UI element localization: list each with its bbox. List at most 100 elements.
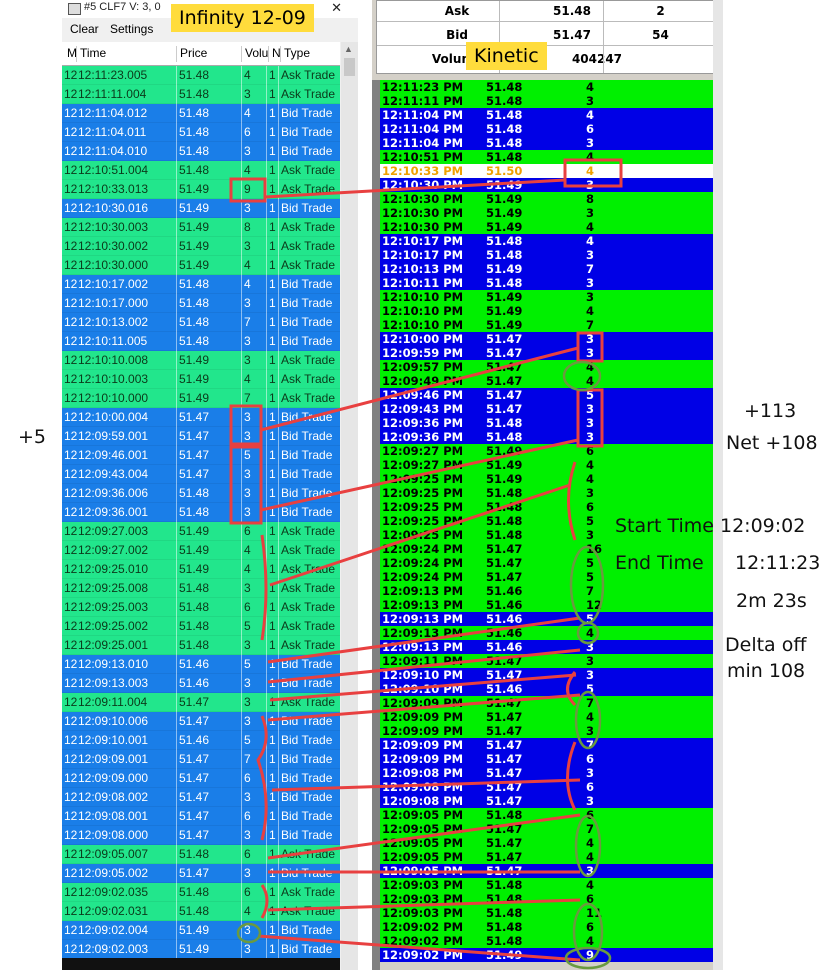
table-row[interactable]: 12 12:10:00.004 51.47 3 1 Bid Trade xyxy=(62,408,340,427)
tape-row[interactable]: 12:09:09 PM 51.47 7 xyxy=(380,696,713,710)
col-header-type[interactable]: Type xyxy=(280,46,310,62)
settings-menu-item[interactable]: Settings xyxy=(110,22,153,36)
table-row[interactable]: 12 12:09:43.004 51.47 3 1 Bid Trade xyxy=(62,465,340,484)
tape-row[interactable]: 12:10:11 PM 51.48 3 xyxy=(380,276,713,290)
table-row[interactable]: 12 12:10:13.002 51.48 7 1 Bid Trade xyxy=(62,313,340,332)
tape-row[interactable]: 12:09:13 PM 51.46 3 xyxy=(380,640,713,654)
tape-row[interactable]: 12:09:13 PM 51.46 7 xyxy=(380,584,713,598)
table-row[interactable]: 12 12:09:09.001 51.47 7 1 Bid Trade xyxy=(62,750,340,769)
tape-row[interactable]: 12:09:03 PM 51.48 11 xyxy=(380,906,713,920)
col-header-volume[interactable]: Volu xyxy=(241,46,268,62)
tape-row[interactable]: 12:11:23 PM 51.48 4 xyxy=(380,80,713,94)
table-row[interactable]: 12 12:11:11.004 51.48 3 1 Ask Trade xyxy=(62,85,340,104)
table-row[interactable]: 12 12:10:17.000 51.48 3 1 Bid Trade xyxy=(62,294,340,313)
col-header-price[interactable]: Price xyxy=(176,46,207,62)
tape-row[interactable]: 12:09:09 PM 51.47 3 xyxy=(380,724,713,738)
tape-row[interactable]: 12:09:59 PM 51.47 3 xyxy=(380,346,713,360)
table-row[interactable]: 12 12:09:13.003 51.46 3 1 Bid Trade xyxy=(62,674,340,693)
table-row[interactable]: 12 12:10:11.005 51.48 3 1 Bid Trade xyxy=(62,332,340,351)
tape-row[interactable]: 12:09:09 PM 51.47 6 xyxy=(380,752,713,766)
table-row[interactable]: 12 12:09:10.006 51.47 3 1 Bid Trade xyxy=(62,712,340,731)
tape-row[interactable]: 12:09:36 PM 51.48 3 xyxy=(380,416,713,430)
scroll-up-icon[interactable]: ▲ xyxy=(344,44,353,54)
table-row[interactable]: 12 12:09:25.002 51.48 5 1 Ask Trade xyxy=(62,617,340,636)
tape-row[interactable]: 12:10:00 PM 51.47 3 xyxy=(380,332,713,346)
tape-row[interactable]: 12:09:08 PM 51.47 3 xyxy=(380,766,713,780)
tape-row[interactable]: 12:10:13 PM 51.49 7 xyxy=(380,262,713,276)
table-row[interactable]: 12 12:11:04.011 51.48 6 1 Bid Trade xyxy=(62,123,340,142)
tape-row[interactable]: 12:09:05 PM 51.47 4 xyxy=(380,836,713,850)
tape-row[interactable]: 12:09:25 PM 51.49 4 xyxy=(380,472,713,486)
table-row[interactable]: 12 12:11:23.005 51.48 4 1 Ask Trade xyxy=(62,66,340,85)
tape-row[interactable]: 12:10:10 PM 51.49 4 xyxy=(380,304,713,318)
table-row[interactable]: 12 12:10:10.000 51.49 7 1 Ask Trade xyxy=(62,389,340,408)
table-row[interactable]: 12 12:09:02.035 51.48 6 1 Ask Trade xyxy=(62,883,340,902)
tape-row[interactable]: 12:09:02 PM 51.49 9 xyxy=(380,948,713,962)
table-row[interactable]: 12 12:09:09.000 51.47 6 1 Bid Trade xyxy=(62,769,340,788)
table-row[interactable]: 12 12:10:30.002 51.49 3 1 Ask Trade xyxy=(62,237,340,256)
tape-row[interactable]: 12:10:17 PM 51.48 4 xyxy=(380,234,713,248)
col-header-time[interactable]: Time xyxy=(76,46,106,62)
table-row[interactable]: 12 12:10:30.016 51.49 3 1 Bid Trade xyxy=(62,199,340,218)
tape-row[interactable]: 12:10:17 PM 51.48 3 xyxy=(380,248,713,262)
tape-row[interactable]: 12:10:33 PM 51.50 4 xyxy=(380,164,713,178)
tape-row[interactable]: 12:09:03 PM 51.48 6 xyxy=(380,892,713,906)
table-row[interactable]: 12 12:10:17.002 51.48 4 1 Bid Trade xyxy=(62,275,340,294)
table-row[interactable]: 12 12:09:02.031 51.48 4 1 Ask Trade xyxy=(62,902,340,921)
tape-row[interactable]: 12:10:10 PM 51.49 3 xyxy=(380,290,713,304)
clear-menu-item[interactable]: Clear xyxy=(70,22,99,36)
table-row[interactable]: 12 12:10:30.003 51.49 8 1 Ask Trade xyxy=(62,218,340,237)
table-row[interactable]: 12 12:09:27.003 51.49 6 1 Ask Trade xyxy=(62,522,340,541)
tape-row[interactable]: 12:09:13 PM 51.46 12 xyxy=(380,598,713,612)
tape-row[interactable]: 12:10:30 PM 51.49 3 xyxy=(380,178,713,192)
table-row[interactable]: 12 12:10:10.003 51.49 4 1 Ask Trade xyxy=(62,370,340,389)
table-row[interactable]: 12 12:09:02.004 51.49 3 1 Bid Trade xyxy=(62,921,340,940)
tape-row[interactable]: 12:09:09 PM 51.47 7 xyxy=(380,738,713,752)
tape-row[interactable]: 12:09:27 PM 51.49 4 xyxy=(380,458,713,472)
table-row[interactable]: 12 12:09:08.001 51.47 6 1 Bid Trade xyxy=(62,807,340,826)
tape-row[interactable]: 12:11:11 PM 51.48 3 xyxy=(380,94,713,108)
table-row[interactable]: 12 12:09:46.001 51.47 5 1 Bid Trade xyxy=(62,446,340,465)
table-row[interactable]: 12 12:09:08.000 51.47 3 1 Bid Trade xyxy=(62,826,340,845)
tape-row[interactable]: 12:09:02 PM 51.48 6 xyxy=(380,920,713,934)
table-row[interactable]: 12 12:09:13.010 51.46 5 1 Bid Trade xyxy=(62,655,340,674)
tape-row[interactable]: 12:09:13 PM 51.46 4 xyxy=(380,626,713,640)
tape-row[interactable]: 12:09:49 PM 51.47 4 xyxy=(380,374,713,388)
table-row[interactable]: 12 12:09:05.007 51.48 6 1 Ask Trade xyxy=(62,845,340,864)
tape-row[interactable]: 12:09:05 PM 51.48 6 xyxy=(380,808,713,822)
table-row[interactable]: 12 12:10:51.004 51.48 4 1 Ask Trade xyxy=(62,161,340,180)
tape-row[interactable]: 12:09:03 PM 51.48 4 xyxy=(380,878,713,892)
tape-row[interactable]: 12:09:25 PM 51.48 3 xyxy=(380,486,713,500)
table-row[interactable]: 12 12:09:59.001 51.47 3 1 Bid Trade xyxy=(62,427,340,446)
table-row[interactable]: 12 12:09:27.002 51.49 4 1 Ask Trade xyxy=(62,541,340,560)
tape-row[interactable]: 12:09:02 PM 51.48 4 xyxy=(380,934,713,948)
tape-row[interactable]: 12:10:10 PM 51.49 7 xyxy=(380,318,713,332)
table-row[interactable]: 12 12:09:10.001 51.46 5 1 Bid Trade xyxy=(62,731,340,750)
tape-row[interactable]: 12:10:30 PM 51.49 3 xyxy=(380,206,713,220)
tape-row[interactable]: 12:09:25 PM 51.48 6 xyxy=(380,500,713,514)
table-row[interactable]: 12 12:09:08.002 51.47 3 1 Bid Trade xyxy=(62,788,340,807)
tape-row[interactable]: 12:11:04 PM 51.48 6 xyxy=(380,122,713,136)
table-row[interactable]: 12 12:10:10.008 51.49 3 1 Ask Trade xyxy=(62,351,340,370)
close-icon[interactable]: ✕ xyxy=(331,0,342,16)
tape-row[interactable]: 12:09:09 PM 51.47 4 xyxy=(380,710,713,724)
tape-row[interactable]: 12:11:04 PM 51.48 3 xyxy=(380,136,713,150)
tape-row[interactable]: 12:09:10 PM 51.46 5 xyxy=(380,682,713,696)
tape-row[interactable]: 12:09:11 PM 51.47 3 xyxy=(380,654,713,668)
table-row[interactable]: 12 12:10:30.000 51.49 4 1 Ask Trade xyxy=(62,256,340,275)
tape-row[interactable]: 12:09:27 PM 51.49 6 xyxy=(380,444,713,458)
table-row[interactable]: 12 12:09:25.003 51.48 6 1 Ask Trade xyxy=(62,598,340,617)
tape-row[interactable]: 12:09:05 PM 51.47 4 xyxy=(380,850,713,864)
tape-row[interactable]: 12:10:51 PM 51.48 4 xyxy=(380,150,713,164)
tape-row[interactable]: 12:09:05 PM 51.47 3 xyxy=(380,864,713,878)
tape-row[interactable]: 12:09:46 PM 51.47 5 xyxy=(380,388,713,402)
tape-row[interactable]: 12:09:13 PM 51.46 5 xyxy=(380,612,713,626)
table-row[interactable]: 12 12:09:36.001 51.48 3 1 Bid Trade xyxy=(62,503,340,522)
table-row[interactable]: 12 12:09:25.001 51.48 3 1 Ask Trade xyxy=(62,636,340,655)
vertical-scrollbar[interactable]: ▲ ▼ xyxy=(341,42,358,970)
table-row[interactable]: 12 12:09:25.008 51.48 3 1 Ask Trade xyxy=(62,579,340,598)
tape-row[interactable]: 12:09:57 PM 51.47 4 xyxy=(380,360,713,374)
table-row[interactable]: 12 12:09:25.010 51.49 4 1 Ask Trade xyxy=(62,560,340,579)
tape-row[interactable]: 12:11:04 PM 51.48 4 xyxy=(380,108,713,122)
col-header-n[interactable]: N xyxy=(268,46,281,62)
